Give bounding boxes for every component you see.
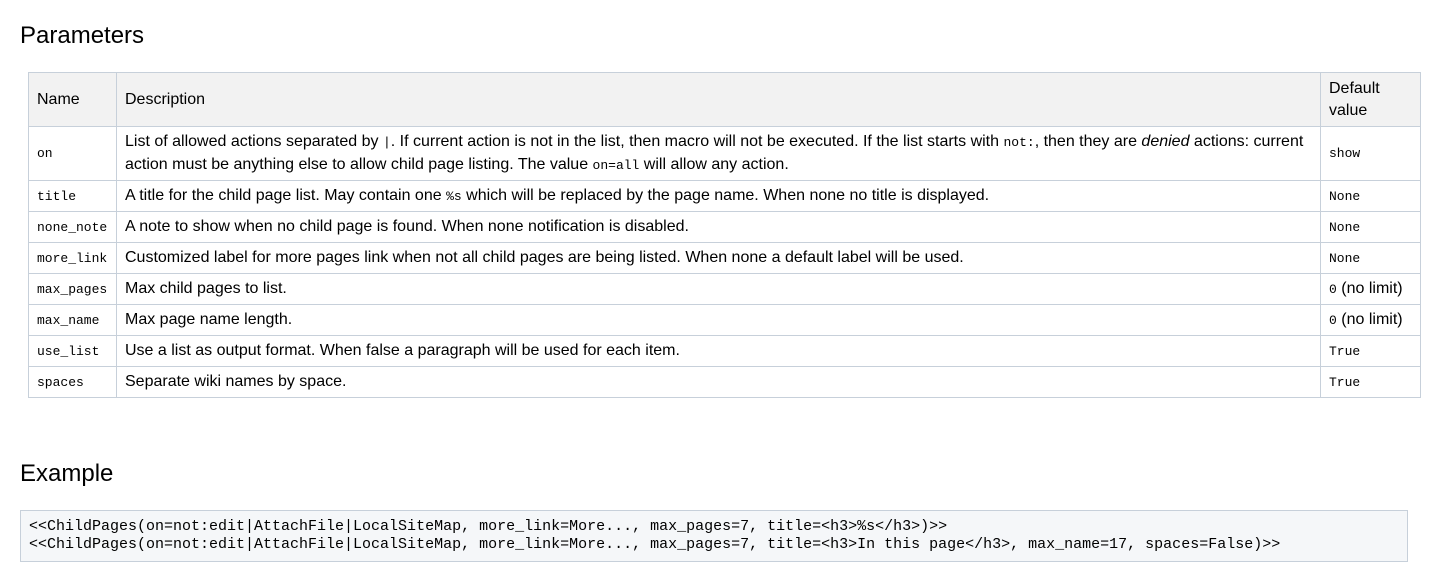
param-description: List of allowed actions separated by |. … — [116, 126, 1321, 181]
example-heading: Example — [20, 460, 114, 487]
param-name: max_name — [28, 304, 117, 336]
param-default: 0 (no limit) — [1320, 304, 1421, 336]
param-name: spaces — [28, 366, 117, 398]
param-description: A note to show when no child page is fou… — [116, 211, 1321, 243]
table-row: max_pages Max child pages to list. 0 (no… — [28, 273, 1421, 305]
table-row: max_name Max page name length. 0 (no lim… — [28, 304, 1421, 336]
param-default: True — [1320, 366, 1421, 398]
param-name: on — [28, 126, 117, 181]
param-default: True — [1320, 335, 1421, 367]
param-name: use_list — [28, 335, 117, 367]
param-default: None — [1320, 242, 1421, 274]
param-description: Max page name length. — [116, 304, 1321, 336]
table-header-row: Name Description Default value — [28, 72, 1421, 127]
param-name: title — [28, 180, 117, 212]
table-row: spaces Separate wiki names by space. Tru… — [28, 366, 1421, 398]
param-description: Max child pages to list. — [116, 273, 1321, 305]
description-column-header: Description — [116, 72, 1321, 127]
param-default: None — [1320, 211, 1421, 243]
table-row: none_note A note to show when no child p… — [28, 211, 1421, 243]
param-default: show — [1320, 126, 1421, 181]
param-description: Customized label for more pages link whe… — [116, 242, 1321, 274]
parameters-table: Name Description Default value on List of… — [28, 72, 1421, 398]
param-default: None — [1320, 180, 1421, 212]
param-description: A title for the child page list. May con… — [116, 180, 1321, 212]
param-description: Use a list as output format. When false … — [116, 335, 1321, 367]
table-row: more_link Customized label for more page… — [28, 242, 1421, 274]
example-line: <<ChildPages(on=not:edit|AttachFile|Loca… — [29, 518, 948, 535]
parameters-heading: Parameters — [20, 22, 145, 49]
param-default: 0 (no limit) — [1320, 273, 1421, 305]
default-value-column-header: Default value — [1320, 72, 1421, 127]
param-name: max_pages — [28, 273, 117, 305]
param-name: more_link — [28, 242, 117, 274]
table-row: on List of allowed actions separated by … — [28, 126, 1421, 181]
example-code-block: <<ChildPages(on=not:edit|AttachFile|Loca… — [20, 510, 1408, 562]
param-name: none_note — [28, 211, 117, 243]
table-row: title A title for the child page list. M… — [28, 180, 1421, 212]
example-line: <<ChildPages(on=not:edit|AttachFile|Loca… — [29, 536, 1281, 553]
param-description: Separate wiki names by space. — [116, 366, 1321, 398]
table-row: use_list Use a list as output format. Wh… — [28, 335, 1421, 367]
name-column-header: Name — [28, 72, 117, 127]
